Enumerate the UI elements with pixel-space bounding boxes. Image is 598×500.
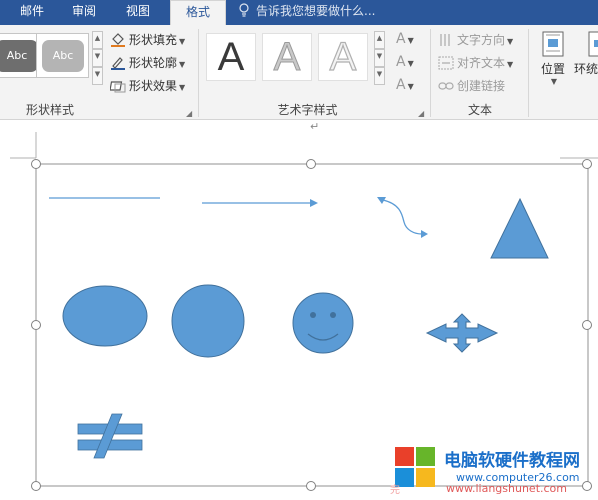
four-way-arrow-shape (425, 313, 499, 353)
group-separator (528, 29, 529, 117)
position-button[interactable]: 位置 ▼ (538, 31, 568, 86)
gallery-scroll-down[interactable]: ▼ (92, 49, 103, 67)
create-link-button[interactable]: 创建链接 (438, 77, 505, 94)
wrap-text-label: 环统 (574, 62, 598, 76)
triangle-shape (490, 197, 549, 259)
circle-shape (171, 284, 245, 358)
text-direction-button[interactable]: 文字方向 ▼ (438, 31, 513, 48)
document-drawing (10, 132, 598, 491)
shape-style-sample: Abc (0, 40, 38, 72)
group-separator (198, 29, 199, 117)
shape-style-sample: Abc (42, 40, 84, 72)
watermark-url-2: www.liangshunet.com (446, 482, 567, 495)
tab-mailings[interactable]: 邮件 (8, 0, 56, 25)
gallery-more[interactable]: ▼ (92, 67, 103, 85)
wrap-text-button[interactable]: 环统 (574, 31, 598, 77)
shape-effects-icon (109, 79, 126, 93)
oval-shape (62, 285, 148, 347)
shape-outline-button[interactable]: 形状轮廓 ▼ (110, 54, 185, 71)
ribbon-tab-bar: 邮件 审阅 视图 格式 告诉我您想要做什么... (0, 0, 598, 25)
text-effects-icon[interactable]: A ▼ (396, 77, 414, 93)
position-label: 位置 (540, 62, 565, 76)
not-equal-shape (77, 413, 143, 459)
tab-review[interactable]: 审阅 (60, 0, 108, 25)
wordart-scroll-up[interactable]: ▲ (374, 31, 385, 49)
link-icon (438, 79, 454, 93)
tell-me-placeholder: 告诉我您想要做什么... (256, 4, 376, 18)
align-text-label: 对齐文本 (457, 56, 506, 70)
tab-view[interactable]: 视图 (114, 0, 162, 25)
shape-outline-label: 形状轮廓 (129, 56, 178, 70)
group-separator (430, 29, 431, 117)
text-group-label: 文本 (467, 103, 492, 117)
text-direction-icon (438, 33, 454, 47)
shape-styles-group-label: 形状样式 (25, 103, 74, 117)
wordart-style-solid[interactable]: A (206, 33, 256, 81)
watermark-site-name: 电脑软硬件教程网 (444, 451, 580, 471)
align-text-button[interactable]: 对齐文本 ▼ (438, 54, 513, 71)
ribbon: Abc Abc ▲ ▼ ▼ 形状填充▼ 形状轮廓▼ 形状效果▼ 形状样式 (0, 25, 598, 120)
wordart-style-outline[interactable]: A (318, 33, 368, 81)
page-margin-marks (10, 132, 598, 159)
chevron-down-icon: ▼ (550, 77, 558, 86)
shape-effects-button[interactable]: 形状效果 ▼ (109, 77, 185, 94)
tell-me-search[interactable]: 告诉我您想要做什么... (238, 0, 375, 25)
curved-double-arrow-shape (377, 197, 428, 238)
wordart-more[interactable]: ▼ (374, 67, 385, 85)
wrap-text-icon (588, 31, 598, 57)
watermark-prefix: 完 (390, 485, 400, 496)
arrow-shape (202, 199, 318, 207)
shape-fill-label: 形状填充 (129, 33, 178, 47)
document-canvas[interactable]: ↵ 电脑软硬件教程网 www.computer26.com 完 www.lian… (0, 120, 598, 500)
dialog-launcher-icon[interactable]: ◢ (186, 109, 192, 118)
wordart-styles-group-label: 艺术字样式 (277, 103, 338, 117)
wordart-style-gray[interactable]: A (262, 33, 312, 81)
gallery-scroll-up[interactable]: ▲ (92, 31, 103, 49)
dialog-launcher-icon[interactable]: ◢ (418, 109, 424, 118)
paragraph-mark: ↵ (310, 120, 320, 133)
shape-fill-button[interactable]: 形状填充 ▼ (110, 31, 185, 48)
text-outline-icon[interactable]: A ▼ (396, 54, 414, 70)
align-text-icon (438, 56, 454, 70)
windows-logo-watermark (395, 447, 435, 487)
text-fill-icon[interactable]: A ▼ (396, 31, 414, 47)
shape-effects-label: 形状效果 (129, 79, 178, 93)
tab-format[interactable]: 格式 (170, 0, 226, 25)
create-link-label: 创建链接 (457, 79, 506, 93)
text-direction-label: 文字方向 (457, 33, 506, 47)
paint-bucket-icon (110, 33, 126, 47)
lightbulb-icon (238, 0, 252, 23)
smiley-face-shape (292, 292, 354, 354)
shape-style-thumbnail-light[interactable]: Abc (36, 33, 89, 78)
pen-outline-icon (110, 56, 126, 70)
position-icon (542, 31, 564, 57)
wordart-scroll-down[interactable]: ▼ (374, 49, 385, 67)
